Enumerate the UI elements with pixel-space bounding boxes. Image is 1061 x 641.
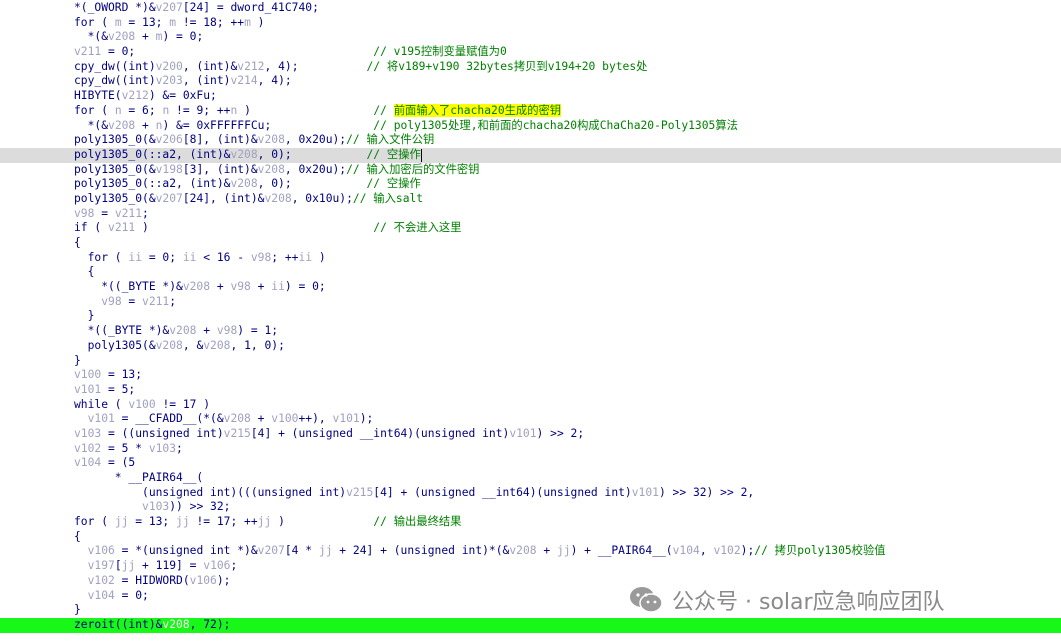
- code-line[interactable]: for ( ii = 0; ii < 16 - v98; ++ii ): [0, 251, 1061, 266]
- code-line[interactable]: poly1305_0(&v198[3], (int)&v208, 0x20u);…: [0, 163, 1061, 178]
- code-line[interactable]: poly1305_0(&v206[8], (int)&v208, 0x20u);…: [0, 133, 1061, 148]
- code-line[interactable]: poly1305_0(&v207[24], (int)&v208, 0x10u)…: [0, 192, 1061, 207]
- code-line[interactable]: *(&v208 + n) &= 0xFFFFFFCu; // poly1305处…: [0, 119, 1061, 134]
- code-line[interactable]: v100 = 13;: [0, 368, 1061, 383]
- code-line[interactable]: {: [0, 530, 1061, 545]
- code-line[interactable]: {: [0, 265, 1061, 280]
- code-line[interactable]: v98 = v211;: [0, 295, 1061, 310]
- pseudocode-viewer[interactable]: *(_OWORD *)&v207[24] = dword_41C740; for …: [0, 0, 1061, 641]
- code-line[interactable]: poly1305_0(::a2, (int)&v208, 0); // 空操作: [0, 147, 1061, 163]
- code-line[interactable]: *(_OWORD *)&v207[24] = dword_41C740;: [0, 1, 1061, 16]
- code-line[interactable]: v197[jj + 119] = v106;: [0, 559, 1061, 574]
- code-line[interactable]: v98 = v211;: [0, 207, 1061, 222]
- code-line[interactable]: while ( v100 != 17 ): [0, 398, 1061, 413]
- code-line[interactable]: *(&v208 + m) = 0;: [0, 30, 1061, 45]
- code-line[interactable]: for ( m = 13; m != 18; ++m ): [0, 16, 1061, 31]
- code-line[interactable]: v102 = 5 * v103;: [0, 442, 1061, 457]
- code-line[interactable]: *((_BYTE *)&v208 + v98 + ii) = 0;: [0, 280, 1061, 295]
- code-line[interactable]: cpy_dw((int)v203, (int)v214, 4);: [0, 74, 1061, 89]
- code-line[interactable]: cpy_dw((int)v200, (int)&v212, 4); // 将v1…: [0, 60, 1061, 75]
- code-line[interactable]: if ( v211 ) // 不会进入这里: [0, 221, 1061, 236]
- code-line[interactable]: * __PAIR64__(: [0, 471, 1061, 486]
- code-line[interactable]: for ( jj = 13; jj != 17; ++jj ) // 输出最终结…: [0, 515, 1061, 530]
- text-caret: [421, 149, 422, 162]
- code-line[interactable]: HIBYTE(v212) &= 0xFu;: [0, 89, 1061, 104]
- code-line[interactable]: v101 = 5;: [0, 383, 1061, 398]
- code-line[interactable]: poly1305_0(::a2, (int)&v208, 0); // 空操作: [0, 177, 1061, 192]
- code-line[interactable]: poly1305(&v208, &v208, 1, 0);: [0, 339, 1061, 354]
- code-line[interactable]: (unsigned int)(((unsigned int)v215[4] + …: [0, 486, 1061, 501]
- code-line[interactable]: v104 = (5: [0, 456, 1061, 471]
- code-line[interactable]: v211 = 0; // v195控制变量赋值为0: [0, 45, 1061, 60]
- code-line[interactable]: v101 = __CFADD__(*(&v208 + v100++), v101…: [0, 412, 1061, 427]
- code-line[interactable]: {: [0, 236, 1061, 251]
- code-line[interactable]: for ( n = 6; n != 9; ++n ) // 前面输入了chach…: [0, 103, 1061, 119]
- code-line[interactable]: zeroit((int)&v208, 72);: [0, 617, 1061, 633]
- code-line[interactable]: v106 = *(unsigned int *)&v207[4 * jj + 2…: [0, 544, 1061, 559]
- wechat-icon: [630, 587, 663, 613]
- code-line[interactable]: v103)) >> 32;: [0, 500, 1061, 515]
- code-line[interactable]: *((_BYTE *)&v208 + v98) = 1;: [0, 324, 1061, 339]
- code-area[interactable]: *(_OWORD *)&v207[24] = dword_41C740; for …: [0, 0, 1061, 641]
- watermark-text: 公众号 · solar应急响应团队: [672, 590, 945, 615]
- code-line[interactable]: }: [0, 354, 1061, 369]
- code-line[interactable]: v103 = ((unsigned int)v215[4] + (unsigne…: [0, 427, 1061, 442]
- code-line[interactable]: }: [0, 309, 1061, 324]
- watermark: 公众号 · solar应急响应团队: [622, 583, 951, 617]
